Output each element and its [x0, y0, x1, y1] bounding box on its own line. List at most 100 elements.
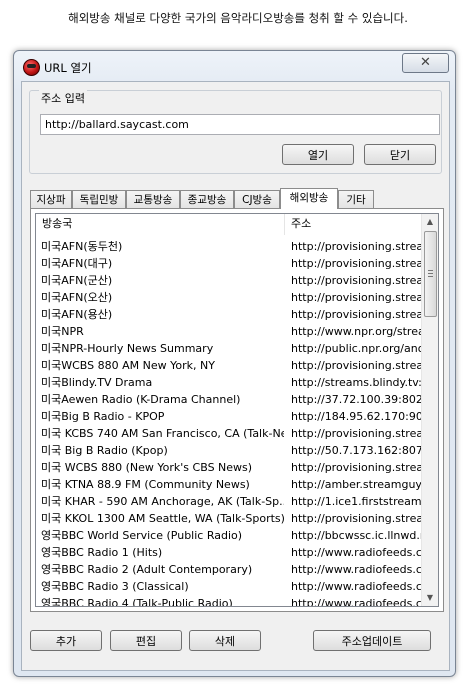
- station-name: 미국 WCBS 880 (New York's CBS News): [41, 461, 253, 474]
- list-item[interactable]: 미국Blindy.TV Drama http://streams.blindy.t…: [36, 374, 424, 391]
- station-name: 미국NPR: [41, 325, 84, 338]
- address-group-label: 주소 입력: [39, 90, 87, 106]
- close-icon[interactable]: ✕: [402, 53, 449, 73]
- list-item[interactable]: 미국 KTNA 88.9 FM (Community News) http://a…: [36, 476, 424, 493]
- category-tabs: 지상파 독립민방 교통방송 종교방송 CJ방송 해외방송 기타: [30, 188, 450, 209]
- station-name: 영국BBC World Service (Public Radio): [41, 529, 243, 542]
- tab-independent[interactable]: 독립민방: [72, 190, 126, 208]
- station-name: 영국BBC Radio 2 (Adult Contemporary): [41, 563, 253, 576]
- station-address: http://provisioning.strea: [291, 240, 424, 253]
- station-address: http://www.npr.org/strea: [291, 325, 424, 338]
- station-list[interactable]: 방송국 주소 미국AFN(동두천) http://provisioning.str…: [35, 213, 439, 607]
- tab-terrestrial[interactable]: 지상파: [30, 190, 72, 208]
- address-groupbox: 주소 입력 열기 닫기: [29, 90, 442, 174]
- list-item[interactable]: 미국Aewen Radio (K-Drama Channel) http://37…: [36, 391, 424, 408]
- station-address: http://www.radiofeeds.co: [291, 563, 424, 576]
- list-item[interactable]: 미국NPR http://www.npr.org/strea: [36, 323, 424, 340]
- scroll-down-icon[interactable]: ▼: [422, 590, 438, 606]
- station-address: http://provisioning.strea: [291, 461, 424, 474]
- station-address: http://provisioning.strea: [291, 274, 424, 287]
- list-item[interactable]: 미국AFN(동두천) http://provisioning.strea: [36, 238, 424, 255]
- close-button[interactable]: 닫기: [364, 144, 436, 165]
- radio-app-icon: [23, 59, 40, 76]
- list-item[interactable]: 영국BBC Radio 3 (Classical) http://www.radi…: [36, 578, 424, 595]
- window-title: URL 열기: [44, 61, 92, 75]
- list-item[interactable]: 미국 KKOL 1300 AM Seattle, WA (Talk-Sports…: [36, 510, 424, 527]
- tab-cj[interactable]: CJ방송: [234, 190, 280, 208]
- station-name: 영국BBC Radio 1 (Hits): [41, 546, 163, 559]
- open-button[interactable]: 열기: [282, 144, 354, 165]
- station-name: 미국 KCBS 740 AM San Francisco, CA (Talk-N…: [41, 427, 284, 440]
- edit-button[interactable]: 편집: [110, 630, 182, 651]
- station-name: 미국 KTNA 88.9 FM (Community News): [41, 478, 250, 491]
- url-open-dialog: URL 열기 ✕ 주소 입력 열기 닫기 지상파 독립민방 교통방송 종교방송 …: [13, 50, 456, 677]
- list-item[interactable]: 미국 KHAR - 590 AM Anchorage, AK (Talk-Sp.…: [36, 493, 424, 510]
- station-address: http://streams.blindy.tv:8: [291, 376, 424, 389]
- update-address-button[interactable]: 주소업데이트: [313, 630, 431, 651]
- list-item[interactable]: 미국 Big B Radio (Kpop) http://50.7.173.162…: [36, 442, 424, 459]
- station-address: http://50.7.173.162:8076: [291, 444, 424, 457]
- station-address: http://provisioning.strea: [291, 257, 424, 270]
- station-name: 영국BBC Radio 3 (Classical): [41, 580, 189, 593]
- station-name: 미국Big B Radio - KPOP: [41, 410, 165, 423]
- station-address: http://provisioning.strea: [291, 291, 424, 304]
- tab-overseas[interactable]: 해외방송: [280, 188, 338, 209]
- station-address: http://public.npr.org/ano: [291, 342, 424, 355]
- title-bar: URL 열기 ✕: [14, 51, 455, 81]
- list-item[interactable]: 미국NPR-Hourly News Summary http://public.n…: [36, 340, 424, 357]
- station-name: 미국AFN(대구): [41, 257, 113, 270]
- station-address: http://provisioning.strea: [291, 359, 424, 372]
- station-address: http://provisioning.strea: [291, 427, 424, 440]
- station-address: http://provisioning.strea: [291, 512, 424, 525]
- delete-button[interactable]: 삭제: [189, 630, 261, 651]
- dialog-body: 주소 입력 열기 닫기 지상파 독립민방 교통방송 종교방송 CJ방송 해외방송…: [21, 81, 450, 671]
- tab-other[interactable]: 기타: [338, 190, 374, 208]
- list-rows: 미국AFN(동두천) http://provisioning.strea 미국AFN…: [36, 238, 424, 607]
- station-address: http://www.radiofeeds.co: [291, 597, 424, 607]
- list-item[interactable]: 영국BBC Radio 2 (Adult Contemporary) http:/…: [36, 561, 424, 578]
- station-address: http://amber.streamguy: [291, 478, 422, 491]
- tab-panel: 방송국 주소 미국AFN(동두천) http://provisioning.str…: [30, 208, 444, 612]
- station-name: 미국WCBS 880 AM New York, NY: [41, 359, 215, 372]
- list-item[interactable]: 미국AFN(오산) http://provisioning.strea: [36, 289, 424, 306]
- list-item[interactable]: 미국AFN(용산) http://provisioning.strea: [36, 306, 424, 323]
- station-name: 미국Aewen Radio (K-Drama Channel): [41, 393, 241, 406]
- station-address: http://provisioning.strea: [291, 308, 424, 321]
- station-name: 미국AFN(군산): [41, 274, 113, 287]
- list-item[interactable]: 미국Big B Radio - KPOP http://184.95.62.170…: [36, 408, 424, 425]
- station-name: 미국NPR-Hourly News Summary: [41, 342, 214, 355]
- list-item[interactable]: 영국BBC World Service (Public Radio) http:/…: [36, 527, 424, 544]
- scroll-up-icon[interactable]: ▲: [422, 214, 438, 230]
- station-address: http://www.radiofeeds.co: [291, 580, 424, 593]
- tab-traffic[interactable]: 교통방송: [126, 190, 180, 208]
- station-address: http://www.radiofeeds.co: [291, 546, 424, 559]
- station-name: 미국 KKOL 1300 AM Seattle, WA (Talk-Sports…: [41, 512, 284, 525]
- list-item[interactable]: 영국BBC Radio 4 (Talk-Public Radio) http://…: [36, 595, 424, 607]
- list-item[interactable]: 미국WCBS 880 AM New York, NY http://provisi…: [36, 357, 424, 374]
- station-name: 미국AFN(동두천): [41, 240, 123, 253]
- scroll-thumb[interactable]: [424, 231, 437, 317]
- url-input[interactable]: [40, 114, 440, 135]
- station-name: 미국AFN(용산): [41, 308, 113, 321]
- list-header: 방송국 주소: [36, 214, 424, 235]
- station-name: 영국BBC Radio 4 (Talk-Public Radio): [41, 597, 233, 607]
- station-name: 미국 KHAR - 590 AM Anchorage, AK (Talk-Sp.…: [41, 495, 284, 508]
- vertical-scrollbar[interactable]: ▲ ▼: [421, 214, 438, 606]
- header-caption: 해외방송 채널로 다양한 국가의 음악라디오방송를 청취 할 수 있습니다.: [68, 11, 408, 25]
- list-item[interactable]: 미국AFN(대구) http://provisioning.strea: [36, 255, 424, 272]
- station-address: http://184.95.62.170:9026: [291, 410, 424, 423]
- tab-religious[interactable]: 종교방송: [180, 190, 234, 208]
- list-item[interactable]: 미국 WCBS 880 (New York's CBS News) http://…: [36, 459, 424, 476]
- column-header-address[interactable]: 주소: [285, 214, 424, 235]
- station-name: 미국 Big B Radio (Kpop): [41, 444, 168, 457]
- station-name: 미국Blindy.TV Drama: [41, 376, 153, 389]
- list-item[interactable]: 영국BBC Radio 1 (Hits) http://www.radiofeed…: [36, 544, 424, 561]
- add-button[interactable]: 추가: [30, 630, 102, 651]
- station-address: http://1.ice1.firststreami: [291, 495, 424, 508]
- station-name: 미국AFN(오산): [41, 291, 113, 304]
- station-address: http://37.72.100.39:8025/: [291, 393, 424, 406]
- station-address: http://bbcwssc.ic.llnwd.ne: [291, 529, 424, 542]
- list-item[interactable]: 미국AFN(군산) http://provisioning.strea: [36, 272, 424, 289]
- column-header-station[interactable]: 방송국: [36, 214, 284, 235]
- list-item[interactable]: 미국 KCBS 740 AM San Francisco, CA (Talk-N…: [36, 425, 424, 442]
